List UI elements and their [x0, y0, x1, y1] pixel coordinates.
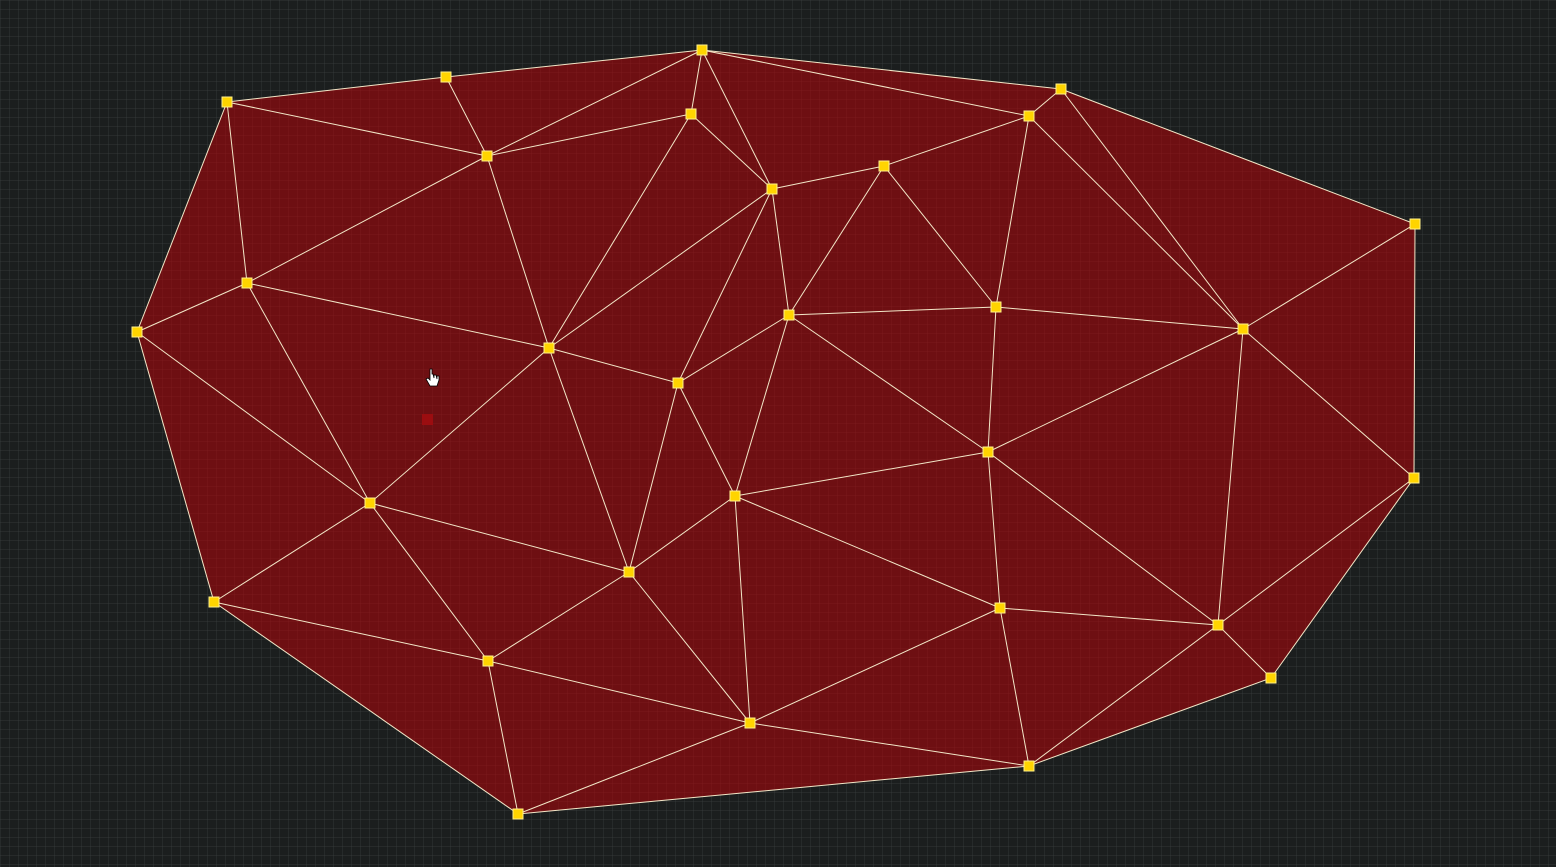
- mesh-canvas[interactable]: [0, 0, 1556, 867]
- mesh-vertex-handle[interactable]: [481, 150, 493, 162]
- mesh-vertex-handle[interactable]: [364, 497, 376, 509]
- mesh-vertex-handle[interactable]: [1212, 619, 1224, 631]
- mesh-vertex-handle[interactable]: [696, 44, 708, 56]
- mesh-vertex-handle[interactable]: [729, 490, 741, 502]
- mesh-vertex-handle[interactable]: [1409, 218, 1421, 230]
- mesh-vertex-handle[interactable]: [1055, 83, 1067, 95]
- mesh-vertex-handle[interactable]: [1408, 472, 1420, 484]
- mesh-vertex-handle[interactable]: [994, 602, 1006, 614]
- mesh-vertex-handle[interactable]: [744, 717, 756, 729]
- selection-marker[interactable]: [422, 414, 433, 425]
- mesh-vertex-handle[interactable]: [982, 446, 994, 458]
- mesh-vertex-handle[interactable]: [990, 301, 1002, 313]
- mesh-svg[interactable]: [0, 0, 1556, 867]
- mesh-vertex-handle[interactable]: [1023, 110, 1035, 122]
- mesh-vertex-handle[interactable]: [766, 183, 778, 195]
- mesh-vertex-handle[interactable]: [878, 160, 890, 172]
- mesh-vertex-handle[interactable]: [623, 566, 635, 578]
- mesh-vertex-handle[interactable]: [1265, 672, 1277, 684]
- mesh-vertex-handle[interactable]: [440, 71, 452, 83]
- mesh-vertex-handle[interactable]: [208, 596, 220, 608]
- mesh-vertex-handle[interactable]: [482, 655, 494, 667]
- mesh-vertex-handle[interactable]: [685, 108, 697, 120]
- mesh-vertex-handle[interactable]: [672, 377, 684, 389]
- mesh-vertex-handle[interactable]: [221, 96, 233, 108]
- mesh-vertex-handle[interactable]: [131, 326, 143, 338]
- mesh-vertex-handle[interactable]: [1237, 323, 1249, 335]
- mesh-vertex-handle[interactable]: [543, 342, 555, 354]
- mesh-vertex-handle[interactable]: [512, 808, 524, 820]
- mesh-vertex-handle[interactable]: [783, 309, 795, 321]
- mesh-vertex-handle[interactable]: [241, 277, 253, 289]
- mesh-vertex-handle[interactable]: [1023, 760, 1035, 772]
